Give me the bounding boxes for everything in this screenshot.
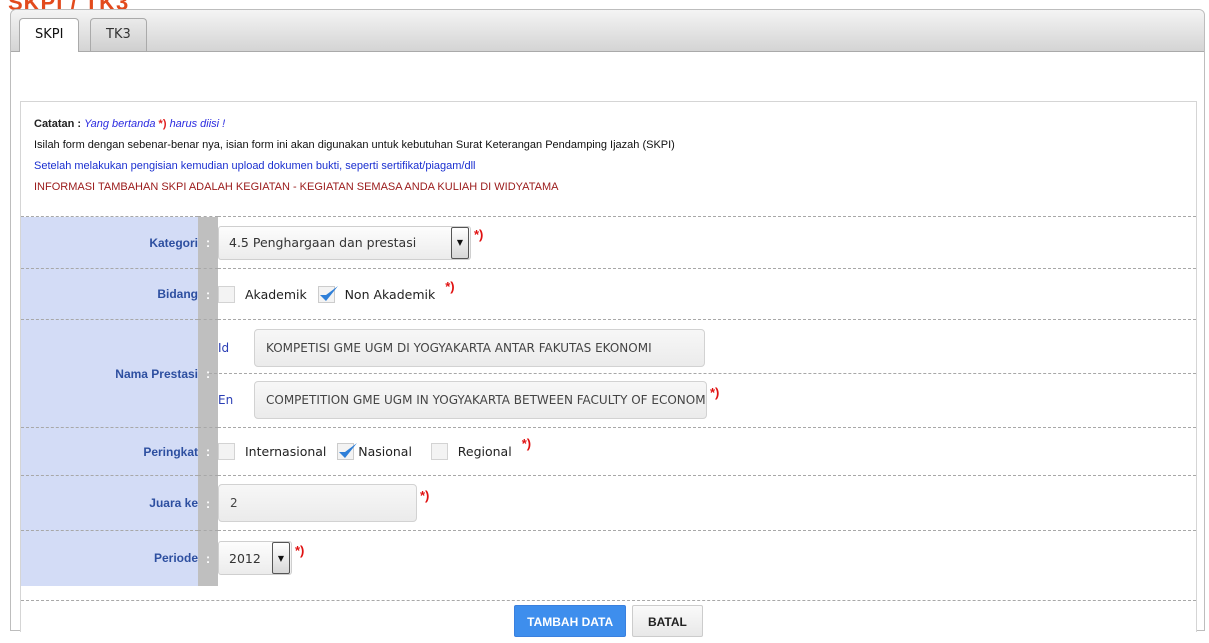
catatan-label: Catatan : xyxy=(34,118,82,130)
colon: : xyxy=(198,475,218,531)
checkbox-label: Akademik xyxy=(245,286,307,302)
checkmark-icon xyxy=(339,443,358,458)
prestasi-en-row: En COMPETITION GME UGM IN YOGYAKARTA BET… xyxy=(218,374,1196,425)
catatan-text-1: Yang bertanda xyxy=(84,118,156,130)
lang-en-label: En xyxy=(218,392,234,407)
batal-button[interactable]: BATAL xyxy=(631,605,703,637)
checkbox-box[interactable] xyxy=(218,285,235,303)
row-periode: Periode : 2012 ▼ *) xyxy=(21,530,1196,586)
checkbox-nasional[interactable]: Nasional xyxy=(337,443,419,460)
checkbox-label: Nasional xyxy=(358,444,412,459)
checkmark-icon xyxy=(319,285,338,301)
checkbox-label: Internasional xyxy=(245,444,327,459)
required-mark: *) xyxy=(521,436,532,451)
checkbox-akademik[interactable]: Akademik xyxy=(218,285,314,303)
checkbox-box[interactable] xyxy=(430,443,448,460)
chevron-down-icon[interactable]: ▼ xyxy=(272,542,290,575)
periode-select[interactable]: 2012 ▼ xyxy=(218,541,292,576)
row-bidang: Bidang : Akademik Non Akademik *) xyxy=(21,268,1196,320)
checkbox-label: Non Akademik xyxy=(344,286,436,302)
juara-input[interactable]: 2 xyxy=(218,484,417,522)
tab-bar: SKPI TK3 xyxy=(11,10,1204,52)
note-upload: Setelah melakukan pengisian kemudian upl… xyxy=(34,160,476,172)
required-mark: *) xyxy=(445,278,455,294)
form-table: Kategori : 4.5 Penghargaan dan prestasi … xyxy=(21,216,1196,586)
row-peringkat: Peringkat : Internasional Nasional Regio… xyxy=(21,427,1196,476)
row-nama-prestasi: Nama Prestasi : Id KOMPETISI GME UGM DI … xyxy=(21,319,1196,428)
tab-tk3[interactable]: TK3 xyxy=(90,18,147,51)
notes-block: Catatan : Yang bertanda *) harus diisi !… xyxy=(21,102,1196,198)
note-info: INFORMASI TAMBAHAN SKPI ADALAH KEGIATAN … xyxy=(34,181,559,193)
prestasi-en-input[interactable]: COMPETITION GME UGM IN YOGYAKARTA BETWEE… xyxy=(254,380,707,419)
checkbox-regional[interactable]: Regional xyxy=(423,443,519,460)
kategori-select[interactable]: 4.5 Penghargaan dan prestasi ▼ xyxy=(218,225,471,260)
colon: : xyxy=(198,427,218,476)
lang-id-label: Id xyxy=(218,340,230,355)
form-panel: Catatan : Yang bertanda *) harus diisi !… xyxy=(20,101,1197,643)
catatan-star: *) xyxy=(158,118,167,130)
chevron-down-icon[interactable]: ▼ xyxy=(451,226,469,259)
note-instruction: Isilah form dengan sebenar-benar nya, is… xyxy=(34,139,675,151)
kategori-value: 4.5 Penghargaan dan prestasi xyxy=(229,235,417,250)
tambah-data-button[interactable]: TAMBAH DATA xyxy=(514,605,627,637)
kategori-label: Kategori xyxy=(21,216,198,269)
checkbox-box[interactable] xyxy=(218,443,235,460)
periode-value: 2012 xyxy=(229,550,261,566)
required-mark: *) xyxy=(295,542,305,558)
colon: : xyxy=(198,216,218,269)
bidang-label: Bidang xyxy=(21,268,198,320)
checkbox-box[interactable] xyxy=(317,285,338,303)
row-juara: Juara ke : 2*) xyxy=(21,475,1196,531)
prestasi-id-input[interactable]: KOMPETISI GME UGM DI YOGYAKARTA ANTAR FA… xyxy=(254,328,705,367)
checkbox-internasional[interactable]: Internasional xyxy=(218,443,333,460)
checkbox-box[interactable] xyxy=(337,443,358,460)
peringkat-label: Peringkat xyxy=(21,427,198,476)
colon: : xyxy=(198,268,218,320)
prestasi-id-row: Id KOMPETISI GME UGM DI YOGYAKARTA ANTAR… xyxy=(209,322,1196,374)
periode-label: Periode xyxy=(21,530,198,586)
juara-label: Juara ke xyxy=(21,475,198,531)
required-mark: *) xyxy=(474,227,484,242)
note-required: Catatan : Yang bertanda *) harus diisi ! xyxy=(34,114,1196,135)
checkbox-non-akademik[interactable]: Non Akademik xyxy=(317,285,443,303)
nama-prestasi-label: Nama Prestasi xyxy=(21,319,198,428)
checkbox-label: Regional xyxy=(457,444,512,459)
required-mark: *) xyxy=(710,385,720,400)
catatan-text-2: harus diisi ! xyxy=(169,118,226,130)
row-kategori: Kategori : 4.5 Penghargaan dan prestasi … xyxy=(21,216,1196,269)
required-mark: *) xyxy=(420,487,430,503)
tab-skpi[interactable]: SKPI xyxy=(19,18,80,52)
colon: : xyxy=(198,530,218,586)
form-actions: TAMBAH DATA BATAL xyxy=(21,600,1196,643)
tab-container: SKPI TK3 Catatan : Yang bertanda *) haru… xyxy=(10,9,1205,643)
